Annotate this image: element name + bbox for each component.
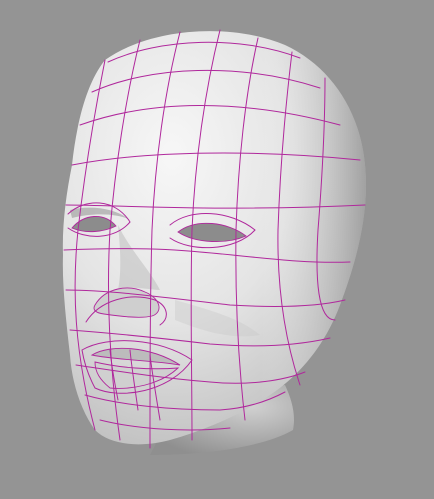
- head-model-render: [0, 0, 434, 499]
- 3d-viewport[interactable]: [0, 0, 434, 499]
